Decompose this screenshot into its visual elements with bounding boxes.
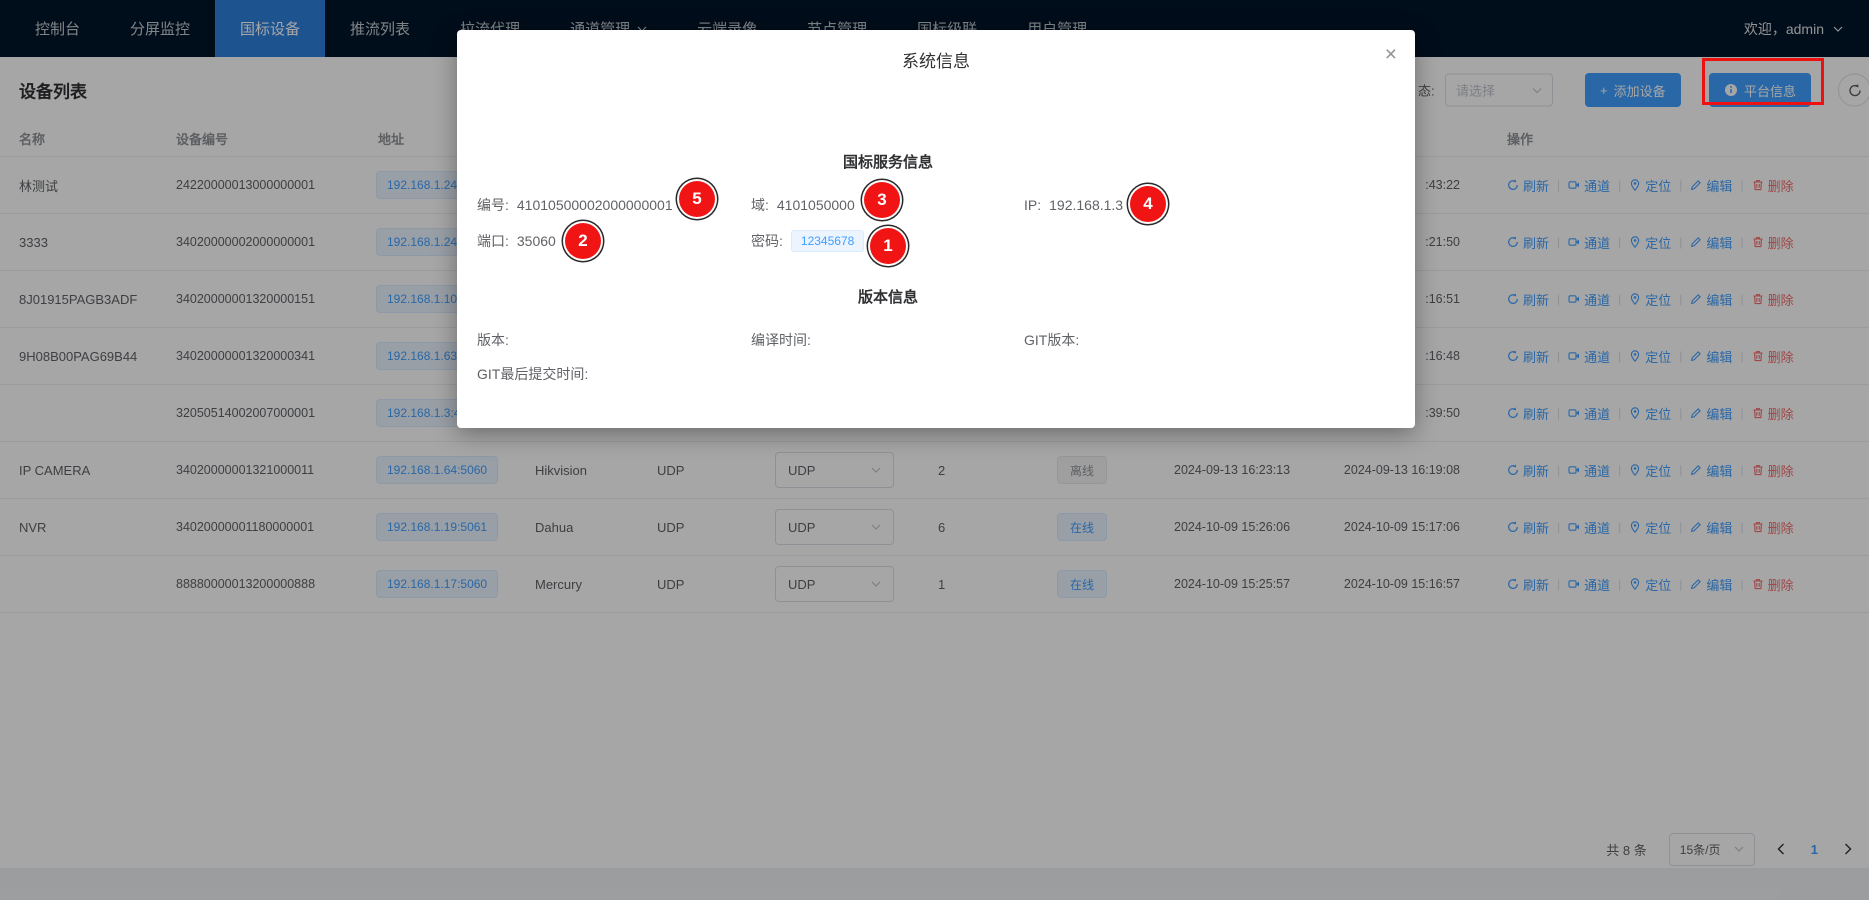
close-icon[interactable]: × (1385, 44, 1397, 65)
gb-ip-field: IP: 192.168.1.3 (1024, 194, 1123, 216)
git-commit-time-field: GIT最后提交时间: (477, 363, 596, 385)
password-tag: 12345678 (791, 230, 864, 252)
annotation-badge: 2 (565, 223, 601, 259)
annotation-badge: 1 (870, 228, 906, 264)
version-field: 版本: (477, 329, 517, 351)
gb-port-field: 端口: 35060 (477, 230, 556, 252)
gb-password-field: 密码: 12345678 (751, 230, 864, 252)
annotation-badge: 5 (679, 181, 715, 217)
git-version-field: GIT版本: (1024, 329, 1087, 351)
gb-domain-field: 域: 4101050000 (751, 194, 855, 216)
annotation-badge: 3 (864, 182, 900, 218)
gb-id-field: 编号: 41010500002000000001 (477, 194, 673, 216)
build-time-field: 编译时间: (751, 329, 819, 351)
dialog-title: 系统信息 (457, 50, 1415, 74)
annotation-badge: 4 (1130, 186, 1166, 222)
system-info-dialog: 系统信息 × 国标服务信息 编号: 41010500002000000001 域… (457, 30, 1415, 428)
version-heading: 版本信息 (457, 288, 1319, 308)
gb-service-heading: 国标服务信息 (457, 153, 1319, 173)
annotation-rect (1702, 58, 1824, 105)
